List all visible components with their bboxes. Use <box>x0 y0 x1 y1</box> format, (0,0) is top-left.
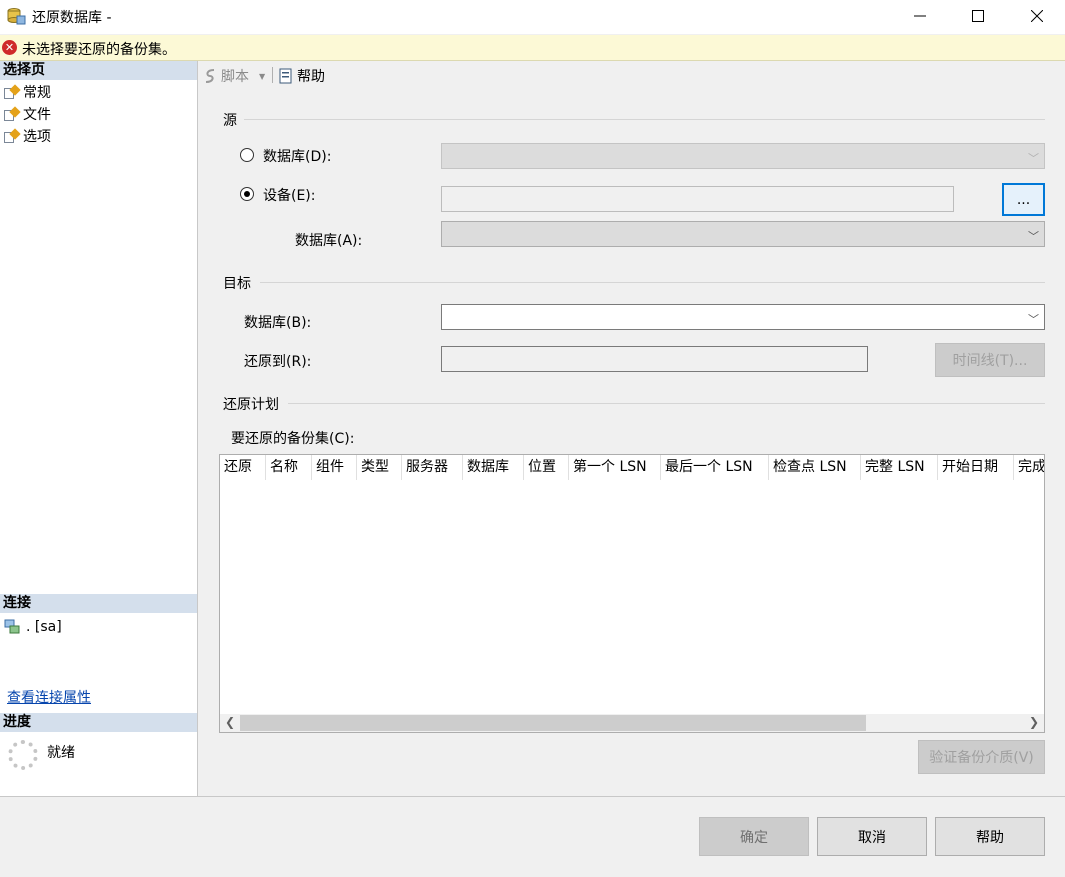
page-item-label: 文件 <box>23 107 51 123</box>
toolbar-separator <box>272 67 273 83</box>
column-header[interactable]: 服务器 <box>402 455 463 480</box>
column-header[interactable]: 检查点 LSN <box>769 455 861 480</box>
chevron-right-icon[interactable]: ❯ <box>1029 715 1039 729</box>
scrollbar-thumb[interactable] <box>240 715 866 731</box>
source-heading: 源 <box>223 113 237 129</box>
page-icon <box>4 83 21 99</box>
progress-spinner-icon <box>8 740 38 770</box>
plan-heading: 还原计划 <box>223 397 279 413</box>
device-radio[interactable] <box>240 187 254 201</box>
backup-sets-label: 要还原的备份集(C): <box>231 431 355 447</box>
connection-value: . [sa] <box>26 619 62 635</box>
script-icon <box>205 69 215 83</box>
column-header[interactable]: 完整 LSN <box>861 455 938 480</box>
select-page-heading: 选择页 <box>0 61 197 80</box>
column-header[interactable]: 位置 <box>524 455 569 480</box>
help-toolbar-button[interactable]: 帮助 <box>278 66 325 86</box>
column-header[interactable]: 类型 <box>357 455 402 480</box>
column-header[interactable]: 还原 <box>220 455 266 480</box>
error-icon: ✕ <box>2 40 17 55</box>
column-header[interactable]: 开始日期 <box>938 455 1014 480</box>
plan-divider <box>288 403 1045 404</box>
grid-header: 还原 名称 组件 类型 服务器 数据库 位置 第一个 LSN 最后一个 LSN … <box>220 455 1044 480</box>
target-heading: 目标 <box>223 276 251 292</box>
maximize-icon <box>972 10 984 22</box>
source-divider <box>244 119 1045 120</box>
device-database-combo[interactable]: ﹀ <box>441 221 1045 247</box>
title-bar: 还原数据库 - <box>0 0 1065 34</box>
window-title: 还原数据库 - <box>32 10 112 26</box>
column-header[interactable]: 组件 <box>312 455 357 480</box>
page-item-label: 常规 <box>23 85 51 101</box>
minimize-button[interactable] <box>897 0 943 32</box>
browse-device-button[interactable]: ... <box>1002 183 1045 216</box>
maximize-button[interactable] <box>955 0 1001 32</box>
restore-database-icon <box>7 8 26 25</box>
minimize-icon <box>914 15 926 17</box>
page-item-label: 选项 <box>23 129 51 145</box>
dialog-footer: 确定 取消 帮助 <box>0 796 1065 877</box>
device-radio-label: 设备(E): <box>263 188 316 204</box>
column-header[interactable]: 最后一个 LSN <box>661 455 769 480</box>
column-header[interactable]: 名称 <box>266 455 312 480</box>
column-header[interactable]: 完成 <box>1014 455 1044 480</box>
page-icon <box>4 105 21 121</box>
timeline-button[interactable]: 时间线(T)... <box>935 343 1045 377</box>
horizontal-scrollbar[interactable]: ❮ ❯ <box>220 714 1044 732</box>
page-item-options[interactable]: 选项 <box>4 126 51 146</box>
page-item-general[interactable]: 常规 <box>4 82 51 102</box>
left-panel: 选择页 常规 文件 选项 连接 . [sa] 查看连接属性 进度 就绪 <box>0 61 198 796</box>
restore-to-label: 还原到(R): <box>244 354 312 370</box>
view-connection-properties-link[interactable]: 查看连接属性 <box>7 687 91 707</box>
chevron-down-icon: ﹀ <box>1028 313 1039 326</box>
error-message: 未选择要还原的备份集。 <box>22 42 176 58</box>
source-db-label: 数据库(A): <box>295 233 363 249</box>
column-header[interactable]: 第一个 LSN <box>569 455 661 480</box>
server-connection-icon <box>4 619 20 634</box>
close-icon <box>1031 10 1043 22</box>
toolbar: 脚本 ▼ 帮助 <box>198 61 1065 89</box>
cancel-button[interactable]: 取消 <box>817 817 927 856</box>
verify-backup-media-button[interactable]: 验证备份介质(V) <box>918 740 1045 774</box>
help-toolbar-label: 帮助 <box>297 69 325 85</box>
chevron-left-icon[interactable]: ❮ <box>225 715 235 729</box>
source-database-combo[interactable]: ﹀ <box>441 143 1045 169</box>
error-banner: ✕ 未选择要还原的备份集。 <box>0 35 1065 61</box>
connection-heading: 连接 <box>0 594 197 613</box>
chevron-down-icon: ﹀ <box>1028 230 1039 243</box>
close-button[interactable] <box>1014 0 1060 32</box>
connection-entry: . [sa] <box>4 617 62 637</box>
page-item-files[interactable]: 文件 <box>4 104 51 124</box>
database-radio[interactable] <box>240 148 254 162</box>
backup-sets-grid[interactable]: 还原 名称 组件 类型 服务器 数据库 位置 第一个 LSN 最后一个 LSN … <box>219 454 1045 733</box>
page-icon <box>4 127 21 143</box>
script-label: 脚本 <box>221 69 249 85</box>
help-icon <box>279 68 292 84</box>
ok-button[interactable]: 确定 <box>699 817 809 856</box>
target-divider <box>260 282 1045 283</box>
help-button[interactable]: 帮助 <box>935 817 1045 856</box>
main-panel: 脚本 ▼ 帮助 源 数据库(D): ﹀ 设备(E): ... 数据库(A): ﹀… <box>198 61 1065 796</box>
chevron-down-icon: ▼ <box>259 71 266 81</box>
chevron-down-icon: ﹀ <box>1028 152 1039 165</box>
database-radio-label: 数据库(D): <box>263 149 332 165</box>
script-button[interactable]: 脚本 ▼ <box>202 66 265 86</box>
target-db-label: 数据库(B): <box>244 315 312 331</box>
restore-to-textbox[interactable] <box>441 346 868 372</box>
device-textbox[interactable] <box>441 186 954 212</box>
progress-status: 就绪 <box>47 745 75 761</box>
progress-heading: 进度 <box>0 713 197 732</box>
column-header[interactable]: 数据库 <box>463 455 524 480</box>
target-database-combo[interactable]: ﹀ <box>441 304 1045 330</box>
